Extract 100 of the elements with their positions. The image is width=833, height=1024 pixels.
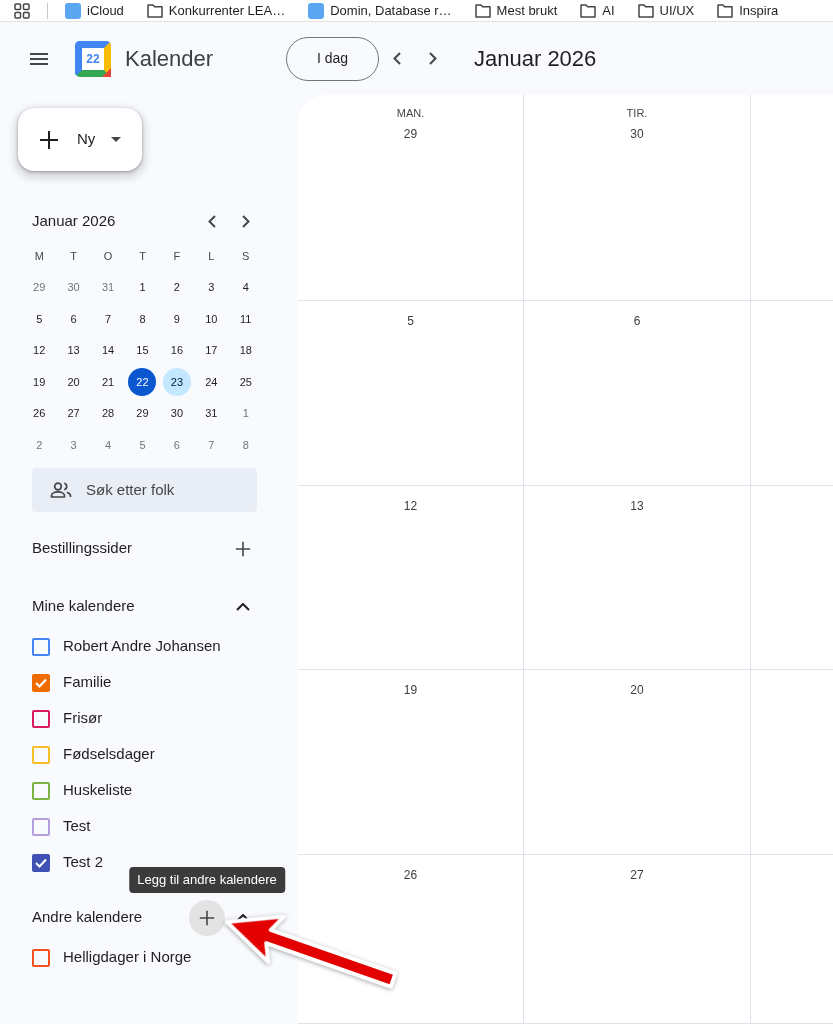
section-title: Mine kalendere [32,596,136,617]
weekday-label: F [173,248,181,263]
bookmark-link[interactable]: AI [580,2,615,19]
add-calendar-button[interactable] [189,899,225,936]
day-number[interactable]: 10 [197,304,226,333]
bookmark-link[interactable]: Inspira [717,2,779,19]
day-number[interactable]: 30 [59,273,88,302]
day-number[interactable]: 6 [162,430,191,459]
day-number[interactable]: 2 [162,273,191,302]
weekday-label: T [139,248,146,263]
day-number[interactable]: 4 [231,273,260,302]
calendar-checkbox[interactable] [32,781,50,800]
weekday-label: O [103,248,113,263]
folder-icon [474,3,491,18]
section-title: Bestillingssider [32,538,134,559]
calendar-checkbox[interactable] [32,709,50,728]
day-number[interactable]: 30 [162,399,191,428]
calendar-name: Test 2 [63,852,104,873]
day-number[interactable]: 4 [94,430,123,459]
date-label: 30 [629,126,645,143]
calendar-checkbox[interactable] [32,853,50,872]
day-number[interactable]: 18 [231,336,260,365]
date-label: 5 [406,313,415,330]
menu-icon[interactable] [30,52,48,65]
create-button[interactable]: Ny [18,108,142,171]
day-number[interactable]: 3 [197,273,226,302]
day-number[interactable]: 31 [94,273,123,302]
calendar-name: Test [63,816,91,837]
day-number[interactable]: 3 [59,430,88,459]
day-number[interactable]: 26 [25,399,54,428]
date-label: 12 [402,498,419,515]
day-number[interactable]: 23 [162,367,191,396]
weekday-label: MAN. [396,106,425,121]
day-number[interactable]: 5 [25,304,54,333]
mini-calendar-title: Januar 2026 [32,210,117,231]
calendar-name: Robert Andre Johansen [63,636,221,657]
date-label: 29 [402,126,419,143]
chevron-right-icon[interactable] [242,214,250,228]
day-number[interactable]: 21 [94,367,123,396]
day-number[interactable]: 1 [128,273,157,302]
calendar-checkbox[interactable] [32,948,50,967]
weekday-label: M [34,248,44,263]
day-number[interactable]: 14 [94,336,123,365]
day-number[interactable]: 20 [59,367,88,396]
favicon-icon [308,2,325,19]
chevron-right-icon[interactable] [429,52,437,65]
weekday-label: TIR. [626,106,648,121]
day-number[interactable]: 22 [128,367,157,396]
day-number[interactable]: 5 [128,430,157,459]
app-name: Kalender [125,44,214,73]
day-number[interactable]: 12 [25,336,54,365]
day-number[interactable]: 17 [197,336,226,365]
day-number[interactable]: 25 [231,367,260,396]
calendar-name: Familie [63,672,112,693]
day-number[interactable]: 1 [231,399,260,428]
folder-icon [580,3,597,18]
chevron-left-icon[interactable] [208,214,216,228]
date-label: 13 [629,498,645,515]
calendar-checkbox[interactable] [32,817,50,836]
day-number[interactable]: 19 [25,367,54,396]
favicon-icon [65,2,81,19]
caret-down-icon [111,137,122,142]
day-number[interactable]: 7 [94,304,123,333]
day-number[interactable]: 8 [128,304,157,333]
day-number[interactable]: 2 [25,430,54,459]
bookmark-link[interactable]: Mest brukt [474,2,558,19]
date-label: 19 [402,682,419,699]
section-title: Andre kalendere [32,907,144,928]
day-number[interactable]: 15 [128,336,157,365]
day-number[interactable]: 27 [59,399,88,428]
bookmark-link[interactable]: Domin, Database r… [308,2,452,19]
folder-icon [146,3,163,18]
day-number[interactable]: 24 [197,367,226,396]
calendar-checkbox[interactable] [32,637,50,656]
people-search-field[interactable]: Søk etter folk [32,467,257,512]
bookmark-link[interactable]: iCloud [65,2,124,19]
plus-icon[interactable] [39,129,59,150]
check-icon [35,677,47,688]
day-number[interactable]: 13 [59,336,88,365]
day-number[interactable]: 28 [94,399,123,428]
chevron-left-icon[interactable] [393,52,401,65]
bookmark-link[interactable]: Konkurrenter LEA… [146,2,286,19]
apps-grid-icon[interactable] [14,2,30,19]
day-number[interactable]: 16 [162,336,191,365]
day-number[interactable]: 8 [231,430,260,459]
calendar-checkbox[interactable] [32,673,50,692]
calendar-name: Huskeliste [63,780,133,801]
date-label: 20 [629,682,645,699]
check-icon [35,857,47,868]
day-number[interactable]: 29 [25,273,54,302]
day-number[interactable]: 7 [197,430,226,459]
folder-icon [637,3,654,18]
day-number[interactable]: 31 [197,399,226,428]
weekday-label: S [242,248,250,263]
day-number[interactable]: 9 [162,304,191,333]
day-number[interactable]: 6 [59,304,88,333]
day-number[interactable]: 11 [231,304,260,333]
day-number[interactable]: 29 [128,399,157,428]
bookmark-link[interactable]: UI/UX [637,2,695,19]
chevron-up-icon[interactable] [236,602,250,611]
